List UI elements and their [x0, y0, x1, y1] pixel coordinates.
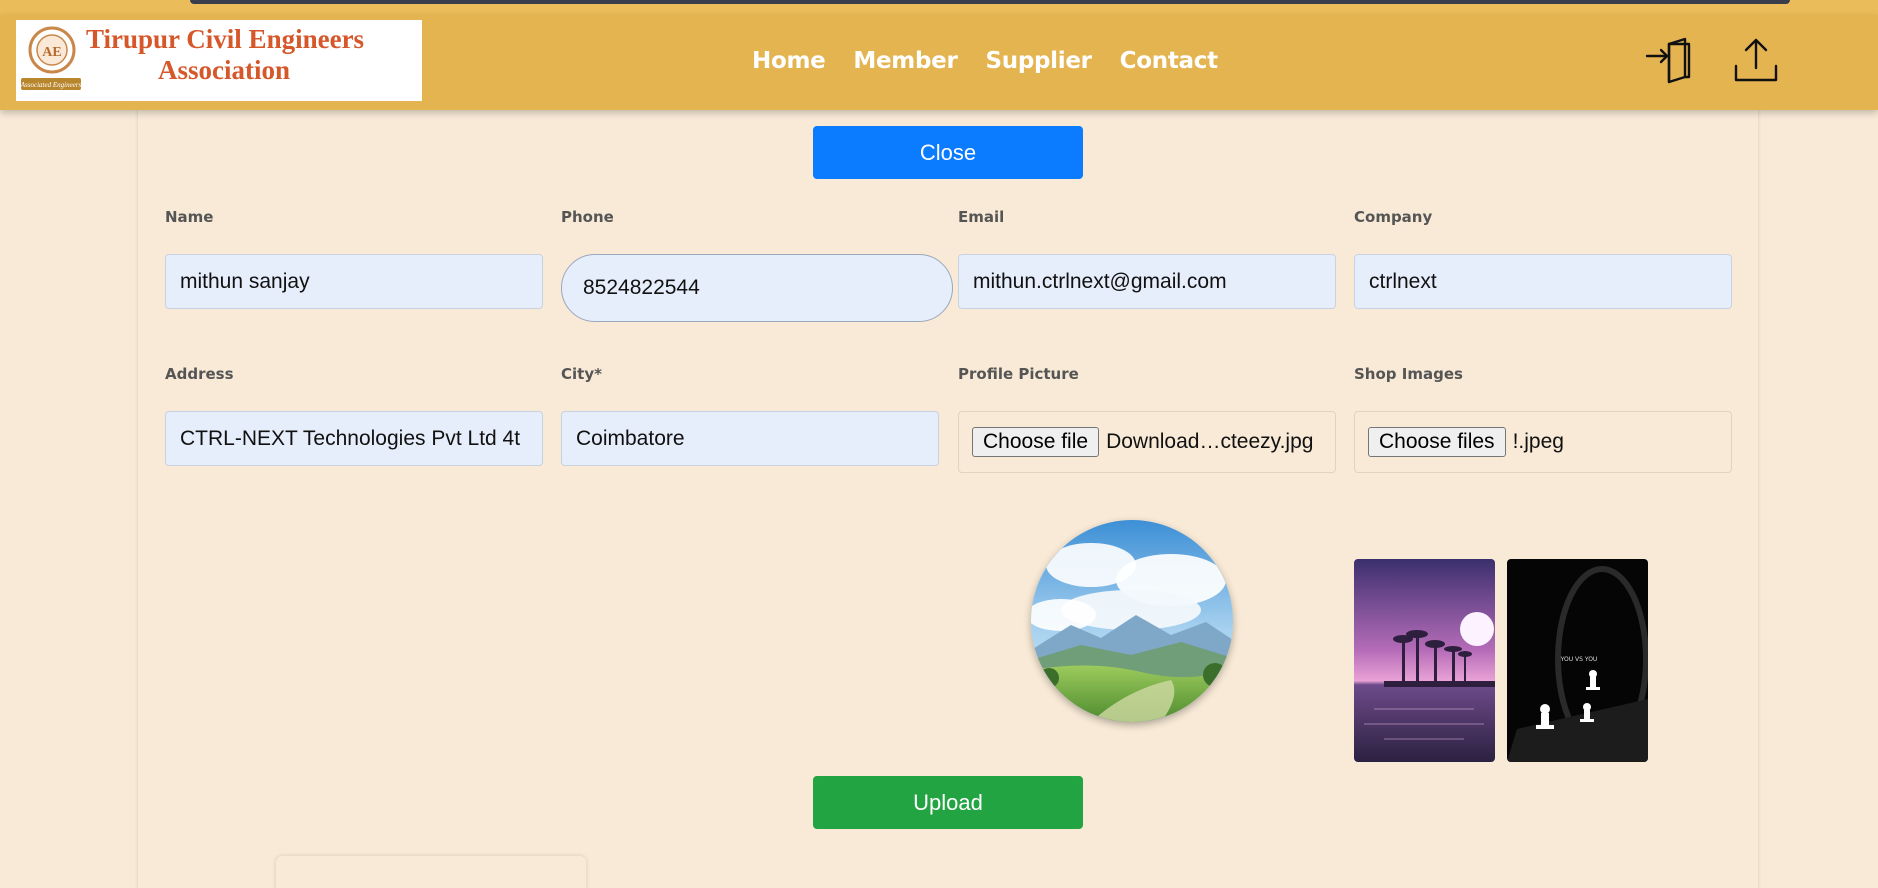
- city-input[interactable]: [561, 411, 939, 466]
- member-card-preview: [276, 856, 586, 888]
- logo[interactable]: AE Associated Engineers Tirupur Civil En…: [16, 20, 422, 101]
- profile-picture-label: Profile Picture: [958, 365, 1079, 383]
- logo-title-line1: Tirupur Civil Engineers: [86, 24, 365, 54]
- profile-picture-file-input[interactable]: Choose file Download…cteezy.jpg: [958, 411, 1336, 473]
- upload-button[interactable]: Upload: [813, 776, 1083, 829]
- city-label: City*: [561, 365, 602, 383]
- phone-input[interactable]: [561, 254, 953, 322]
- choose-files-button[interactable]: Choose files: [1368, 427, 1506, 457]
- address-label: Address: [165, 365, 234, 383]
- chess-mirror-image: YOU VS YOU: [1507, 559, 1648, 762]
- svg-text:AE: AE: [42, 45, 61, 60]
- email-label: Email: [958, 208, 1005, 226]
- nav-supplier-link[interactable]: Supplier: [985, 48, 1091, 74]
- profile-picture-preview: [1031, 520, 1233, 722]
- member-form-card: [138, 100, 1758, 888]
- shop-images-file-input[interactable]: Choose files !.jpeg: [1354, 411, 1732, 473]
- upload-icon[interactable]: [1732, 36, 1780, 84]
- svg-text:Associated Engineers: Associated Engineers: [20, 81, 82, 89]
- landscape-image: [1031, 520, 1233, 722]
- nav-home-link[interactable]: Home: [752, 48, 826, 74]
- name-input[interactable]: [165, 254, 543, 309]
- close-button[interactable]: Close: [813, 126, 1083, 179]
- shop-images-filename: !.jpeg: [1512, 430, 1564, 453]
- phone-label: Phone: [561, 208, 614, 226]
- browser-chrome-edge: [190, 0, 1790, 4]
- palm-sunset-image: [1354, 559, 1495, 762]
- association-seal-icon: AE Associated Engineers: [20, 26, 82, 90]
- profile-picture-filename: Download…cteezy.jpg: [1106, 430, 1314, 453]
- name-label: Name: [165, 208, 214, 226]
- email-input[interactable]: [958, 254, 1336, 309]
- nav-contact-link[interactable]: Contact: [1120, 48, 1218, 74]
- address-input[interactable]: [165, 411, 543, 466]
- shop-image-preview-2: YOU VS YOU: [1507, 559, 1648, 762]
- choose-file-button[interactable]: Choose file: [972, 427, 1100, 457]
- nav-member-link[interactable]: Member: [853, 48, 957, 74]
- svg-text:YOU VS YOU: YOU VS YOU: [1560, 656, 1598, 663]
- shop-images-label: Shop Images: [1354, 365, 1463, 383]
- company-input[interactable]: [1354, 254, 1732, 309]
- navbar: AE Associated Engineers Tirupur Civil En…: [0, 15, 1878, 110]
- browser-top-strip: [0, 0, 1878, 15]
- shop-image-preview-1: [1354, 559, 1495, 762]
- main-nav: Home Member Supplier Contact: [752, 48, 1218, 74]
- login-icon[interactable]: [1645, 36, 1693, 84]
- logo-title-line2: Association: [158, 55, 291, 85]
- company-label: Company: [1354, 208, 1433, 226]
